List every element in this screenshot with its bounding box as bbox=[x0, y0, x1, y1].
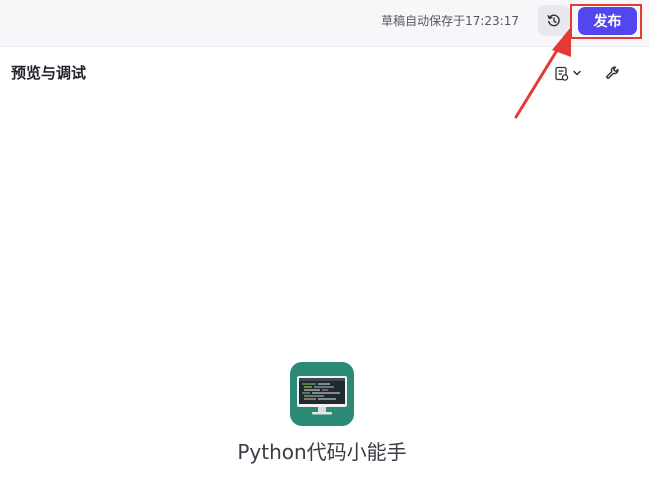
bot-avatar bbox=[290, 362, 354, 426]
panel-title: 预览与调试 bbox=[11, 64, 87, 82]
monitor-code-icon bbox=[297, 376, 347, 415]
debug-options-dropdown[interactable] bbox=[554, 63, 582, 83]
chevron-down-icon bbox=[573, 70, 581, 76]
wrench-icon bbox=[606, 66, 619, 79]
bot-name: Python代码小能手 bbox=[237, 440, 407, 464]
document-list-icon bbox=[555, 66, 569, 81]
page: 草稿自动保存于17:23:17 发布 预览与调试 Python代码小能手 bbox=[0, 0, 649, 479]
publish-button[interactable]: 发布 bbox=[578, 7, 637, 35]
autosave-status: 草稿自动保存于17:23:17 bbox=[381, 14, 519, 28]
settings-button[interactable] bbox=[603, 63, 623, 83]
